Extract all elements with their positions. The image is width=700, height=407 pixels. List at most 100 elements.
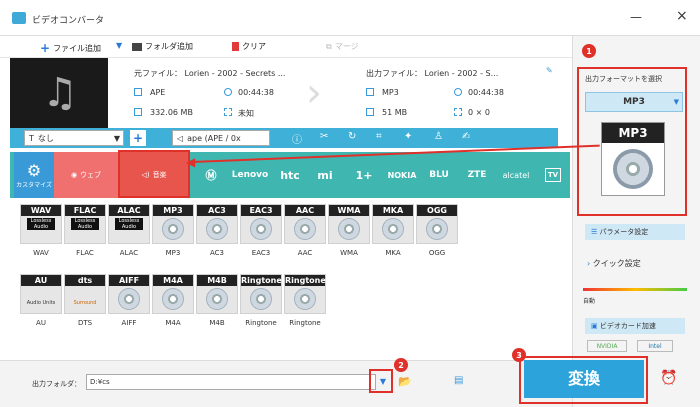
subtitle-select[interactable]: T なし ▼ (24, 130, 124, 146)
disc-icon (206, 288, 228, 310)
disc-icon (250, 288, 272, 310)
gpu-accel-button[interactable]: ▣ ビデオカード加速 (585, 318, 685, 334)
tab-tv[interactable]: TV (540, 152, 566, 198)
format-icon (366, 88, 374, 96)
text-icon: T (29, 133, 34, 143)
format-tile[interactable]: AU Audio Units (20, 274, 62, 314)
format-tile-tag: AIFF (109, 275, 149, 286)
slider-auto-label: 自動 (583, 298, 596, 305)
format-icon (134, 88, 142, 96)
tab-alcatel[interactable]: alcatel (496, 152, 536, 198)
edit-icon[interactable]: ✍ (462, 131, 470, 142)
format-tile-tag: Ringtone (241, 275, 282, 286)
browse-folder-icon[interactable]: 📂 (398, 375, 412, 388)
step-badge-3: 3 (512, 348, 526, 362)
rotate-icon[interactable]: ↻ (348, 131, 356, 142)
tab-oneplus[interactable]: 1+ (350, 152, 378, 198)
format-tile-tag: dts (65, 275, 105, 286)
merge-button[interactable]: ⧉ マージ (326, 41, 359, 52)
chevron-down-icon: ▼ (113, 133, 120, 143)
add-subtitle-button[interactable]: + (130, 130, 146, 146)
lossless-badge: Lossless Audio (71, 218, 99, 230)
alarm-clock-icon[interactable]: ⏰ (660, 370, 677, 386)
options-bar: T なし ▼ + ◁ ape (APE / 0x ⓘ ✂ ↻ ⌗ ✦ ♙ ✍ (10, 128, 558, 148)
speaker-icon: ◁ (177, 133, 184, 143)
size-icon (366, 108, 374, 116)
highlight-folder-dropdown (369, 369, 393, 393)
format-tile[interactable]: MKA (372, 204, 414, 244)
close-button[interactable]: × (676, 8, 688, 24)
output-size: 51 MB (382, 108, 408, 117)
format-tile-tag: M4B (197, 275, 237, 286)
au-sub-label: Audio Units (26, 300, 56, 306)
source-format: APE (150, 88, 166, 97)
output-folder-value: D:¥cs (90, 378, 110, 386)
source-file-name: 元ファイル： Lorien - 2002 - Secrets ... (134, 69, 286, 78)
tab-customize[interactable]: ⚙ カスタマイズ (14, 152, 54, 198)
resolution-icon (454, 108, 462, 116)
title-bar: ビデオコンバータ — × (0, 0, 700, 36)
format-tile-tag: M4A (153, 275, 193, 286)
output-file-name: 出力ファイル： Lorien - 2002 - S... (366, 69, 499, 78)
format-tile[interactable]: M4A (152, 274, 194, 314)
format-tile-tag: MKA (373, 205, 413, 216)
crop-icon[interactable]: ⌗ (376, 131, 382, 142)
file-thumbnail: ♫ (10, 58, 108, 128)
size-icon (134, 108, 142, 116)
gear-icon: ⚙ (26, 161, 42, 180)
resolution-icon (224, 108, 232, 116)
clear-button[interactable]: クリア (232, 41, 266, 52)
highlight-convert-button (519, 356, 648, 404)
format-tile[interactable]: ALAC Lossless Audio (108, 204, 150, 244)
audio-track-select[interactable]: ◁ ape (APE / 0x (172, 130, 270, 146)
output-resolution: 0 × 0 (468, 108, 490, 117)
quality-slider[interactable] (583, 288, 687, 291)
format-tile[interactable]: WMA (328, 204, 370, 244)
add-file-dropdown-icon[interactable]: ▼ (116, 41, 122, 50)
minimize-button[interactable]: — (630, 10, 642, 24)
disc-icon (294, 288, 316, 310)
output-folder-input[interactable]: D:¥cs (86, 374, 376, 390)
format-tile[interactable]: M4B (196, 274, 238, 314)
info-icon[interactable]: ⓘ (292, 131, 302, 146)
output-folder-label: 出力フォルダ： (32, 380, 81, 388)
format-tile-label: WAV (33, 249, 49, 257)
scissors-icon[interactable]: ✂ (320, 131, 328, 142)
edit-name-icon[interactable]: ✎ (546, 66, 553, 75)
merge-icon: ⧉ (326, 41, 332, 51)
format-tile[interactable]: dts Surround (64, 274, 106, 314)
format-tile-label: OGG (428, 249, 446, 257)
format-tile[interactable]: Ringtone (240, 274, 282, 314)
settings-icon: ☰ (591, 228, 600, 236)
format-tile-label: MP3 (165, 249, 181, 257)
format-tile[interactable]: EAC3 (240, 204, 282, 244)
music-note-icon: ♫ (42, 70, 78, 116)
format-tile[interactable]: AC3 (196, 204, 238, 244)
tab-blu[interactable]: BLU (424, 152, 454, 198)
format-tile-tag: WAV (21, 205, 61, 216)
format-tile[interactable]: Ringtone (284, 274, 326, 314)
format-tile[interactable]: FLAC Lossless Audio (64, 204, 106, 244)
format-tile[interactable]: AAC (284, 204, 326, 244)
open-folder-icon[interactable]: ▤ (454, 375, 463, 386)
tab-zte[interactable]: ZTE (462, 152, 492, 198)
tab-mi[interactable]: mi (310, 152, 340, 198)
subtitle-value: なし (37, 133, 54, 143)
format-tile[interactable]: MP3 (152, 204, 194, 244)
format-tile-label: AIFF (121, 319, 137, 327)
tab-web[interactable]: ◉ ウェブ (54, 152, 118, 198)
tab-nokia[interactable]: NOKIA (382, 152, 422, 198)
format-tile[interactable]: AIFF (108, 274, 150, 314)
add-file-button[interactable]: + ファイル追加 (40, 41, 101, 55)
format-tile[interactable]: OGG (416, 204, 458, 244)
format-tile-tag: ALAC (109, 205, 149, 216)
effects-icon[interactable]: ✦ (404, 131, 412, 142)
merge-label: マージ (334, 42, 359, 51)
chip-icon: ▣ (591, 322, 600, 330)
add-folder-button[interactable]: フォルダ追加 (132, 41, 193, 52)
chrome-icon: ◉ (70, 171, 78, 179)
parameter-settings-button[interactable]: ☰ パラメータ設定 (585, 224, 685, 240)
clock-icon (224, 88, 232, 96)
format-tile[interactable]: WAV Lossless Audio (20, 204, 62, 244)
watermark-icon[interactable]: ♙ (434, 131, 443, 142)
